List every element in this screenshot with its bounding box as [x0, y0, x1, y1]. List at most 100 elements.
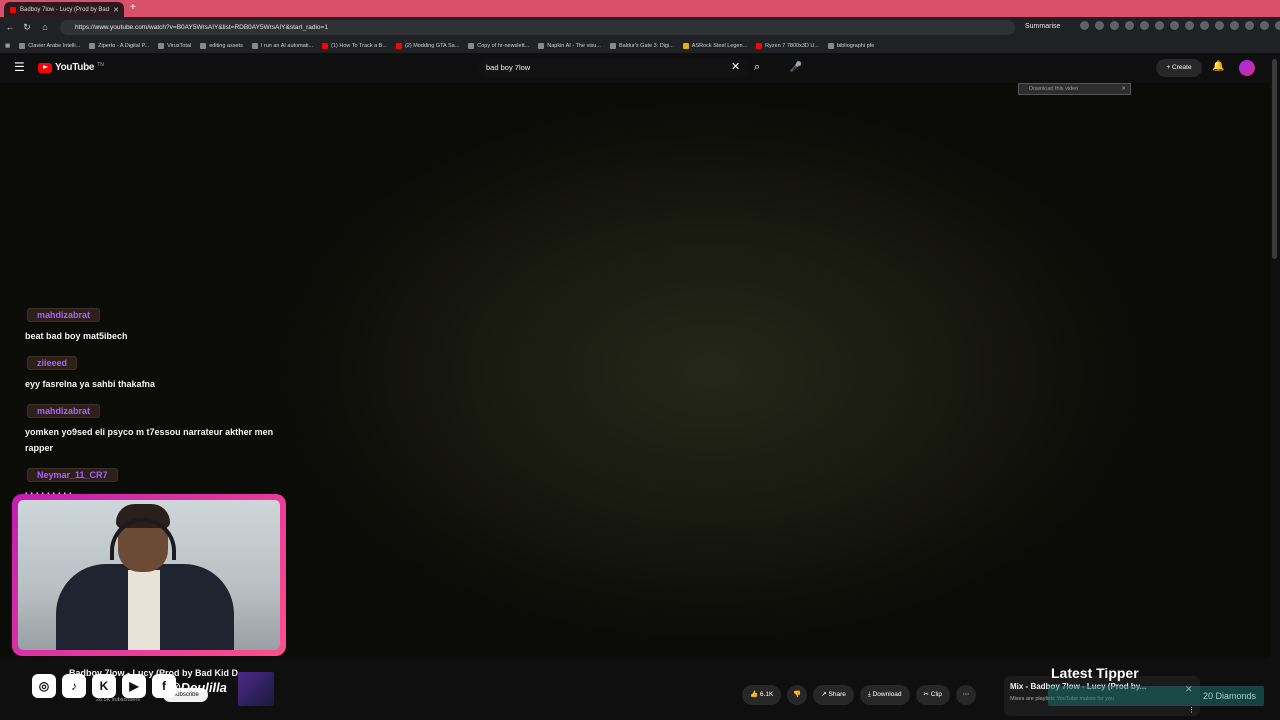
- notifications-bell-icon[interactable]: 🔔: [1212, 61, 1224, 72]
- extension-icon[interactable]: [1260, 21, 1269, 30]
- bookmark-item[interactable]: Copy of hr-newslett...: [468, 42, 529, 49]
- create-button[interactable]: + Create: [1156, 59, 1202, 77]
- bookmark-item[interactable]: (2) Modding GTA Sa...: [395, 42, 459, 49]
- logo-region: TN: [97, 61, 104, 68]
- extension-icon[interactable]: [1185, 21, 1194, 30]
- chat-message: ziieeed eyy fasrelna ya sahbi thakafna: [22, 353, 282, 392]
- bookmark-item[interactable]: Ryzen 7 7800x3D U...: [756, 42, 819, 49]
- youtube-header: ☰ YouTube TN bad boy 7low ✕ ⌕ 🎤 + Create…: [0, 53, 1280, 83]
- folder-icon: [827, 42, 834, 49]
- chat-username: ziieeed: [27, 356, 78, 370]
- extension-icon[interactable]: [1080, 21, 1089, 30]
- youtube-favicon-icon: [322, 42, 329, 49]
- more-actions-button[interactable]: ⋯: [955, 685, 976, 705]
- bookmark-favicon-icon: [538, 42, 545, 49]
- page-scrollbar[interactable]: [1270, 53, 1280, 720]
- extension-icon[interactable]: [1170, 21, 1179, 30]
- apps-grid-icon[interactable]: ▦: [5, 43, 10, 49]
- youtube-play-icon: [38, 62, 52, 73]
- streamer-shirt: [128, 570, 160, 650]
- bookmark-item[interactable]: Ziperto - A Digital P...: [89, 42, 149, 49]
- extension-icon[interactable]: [1245, 21, 1254, 30]
- bookmark-folder[interactable]: bibliographi pfe: [827, 42, 874, 49]
- extension-icon[interactable]: [1215, 21, 1224, 30]
- scissors-icon: ✂: [923, 691, 929, 698]
- bookmark-item[interactable]: Clavier Arabe Intelli...: [19, 42, 80, 49]
- reload-icon[interactable]: ↻: [21, 21, 33, 33]
- chat-text: eyy fasrelna ya sahbi thakafna: [25, 379, 156, 389]
- bookmark-item[interactable]: Baldur's Gate 3: Digi...: [609, 42, 674, 49]
- bookmark-item[interactable]: I run an AI automati...: [251, 42, 313, 49]
- latest-tipper-title: Latest Tipper: [1051, 665, 1139, 681]
- browser-tab[interactable]: Badboy 7low - Lucy (Prod by Bad ✕: [4, 2, 124, 17]
- share-button[interactable]: ↗ Share: [813, 685, 854, 705]
- chat-text: yomken yo9sed eli psyco m t7essou narrat…: [25, 427, 274, 453]
- extension-icon[interactable]: [1155, 21, 1164, 30]
- social-icons: ◎ ♪ K ▶ f: [32, 674, 176, 698]
- extensions-toolbar: [1080, 21, 1280, 30]
- tiktok-icon: ♪: [62, 674, 86, 698]
- back-arrow-icon[interactable]: ←: [4, 21, 16, 33]
- bookmark-favicon-icon: [609, 42, 616, 49]
- tab-title: Badboy 7low - Lucy (Prod by Bad: [20, 6, 110, 13]
- bookmark-folder[interactable]: editing assets: [200, 42, 243, 49]
- video-actions: 👍 6.1K 👎 ↗ Share ⤓ Download ✂ Clip ⋯: [742, 685, 976, 705]
- channel-thumbnail[interactable]: [238, 672, 274, 706]
- new-tab-button[interactable]: +: [130, 2, 136, 14]
- diamonds-overlay: 20 Diamonds: [1048, 686, 1264, 706]
- webcam-frame: [12, 494, 286, 656]
- bookmark-favicon-icon: [251, 42, 258, 49]
- bookmark-favicon-icon: [19, 42, 26, 49]
- bookmark-item[interactable]: ASRock Steel Legen...: [682, 42, 747, 49]
- summarise-button[interactable]: Summarise: [1025, 21, 1060, 33]
- clip-button[interactable]: ✂ Clip: [915, 685, 950, 705]
- bookmark-item[interactable]: Napkin AI - The visu...: [538, 42, 601, 49]
- extension-icon[interactable]: [1095, 21, 1104, 30]
- bookmark-favicon-icon: [468, 42, 475, 49]
- dislike-button[interactable]: 👎: [787, 685, 808, 705]
- youtube-favicon-icon: [10, 6, 16, 13]
- scrollbar-thumb[interactable]: [1272, 59, 1277, 259]
- extension-icon[interactable]: [1275, 21, 1280, 30]
- logo-text: YouTube: [55, 62, 95, 73]
- extension-icon[interactable]: [1140, 21, 1149, 30]
- home-icon[interactable]: ⌂: [39, 21, 51, 33]
- extension-icon[interactable]: [1125, 21, 1134, 30]
- thumbs-up-icon: 👍: [750, 691, 759, 698]
- thumbs-down-icon: 👎: [793, 691, 802, 698]
- chat-username: mahdizabrat: [27, 404, 101, 418]
- youtube-icon: ▶: [122, 674, 146, 698]
- like-button[interactable]: 👍 6.1K: [742, 685, 782, 705]
- bookmark-item[interactable]: VirusTotal: [158, 42, 191, 49]
- webcam-feed: [18, 500, 280, 650]
- extension-icon[interactable]: [1230, 21, 1239, 30]
- download-icon: ⤓: [867, 691, 871, 698]
- search-icon[interactable]: ⌕: [754, 61, 760, 73]
- folder-icon: [200, 42, 207, 49]
- bookmark-favicon-icon: [89, 42, 96, 49]
- bookmark-favicon-icon: [158, 42, 165, 49]
- download-button[interactable]: ⤓ Download: [859, 685, 910, 705]
- streamer-handle: @Deulilla: [168, 680, 227, 695]
- chat-message: mahdizabrat beat bad boy mat5ibech: [22, 305, 282, 344]
- download-video-badge[interactable]: Download this video ✕: [1018, 83, 1131, 95]
- close-icon[interactable]: ✕: [1121, 84, 1126, 94]
- menu-icon[interactable]: ☰: [14, 61, 25, 73]
- extension-icon[interactable]: [1110, 21, 1119, 30]
- url-input[interactable]: https://www.youtube.com/watch?v=B0AY5Wrs…: [60, 20, 1015, 35]
- chat-overlay: mahdizabrat beat bad boy mat5ibech ziiee…: [22, 305, 282, 513]
- microphone-icon[interactable]: 🎤: [787, 59, 805, 77]
- clear-search-icon[interactable]: ✕: [731, 61, 740, 73]
- search-input[interactable]: bad boy 7low: [478, 59, 748, 77]
- bookmark-item[interactable]: (1) How To Track a B...: [322, 42, 387, 49]
- youtube-favicon-icon: [395, 42, 402, 49]
- youtube-favicon-icon: [756, 42, 763, 49]
- tab-close-icon[interactable]: ✕: [113, 6, 119, 14]
- extension-icon[interactable]: [1200, 21, 1209, 30]
- chat-text: beat bad boy mat5ibech: [25, 331, 128, 341]
- avatar[interactable]: [1239, 60, 1255, 76]
- kebab-menu-icon[interactable]: ⋮: [1188, 706, 1195, 714]
- bookmarks-bar: ▦ Clavier Arabe Intelli... Ziperto - A D…: [0, 38, 1280, 53]
- youtube-logo[interactable]: YouTube TN: [38, 62, 104, 73]
- address-bar-row: ← ↻ ⌂ https://www.youtube.com/watch?v=B0…: [0, 17, 1280, 38]
